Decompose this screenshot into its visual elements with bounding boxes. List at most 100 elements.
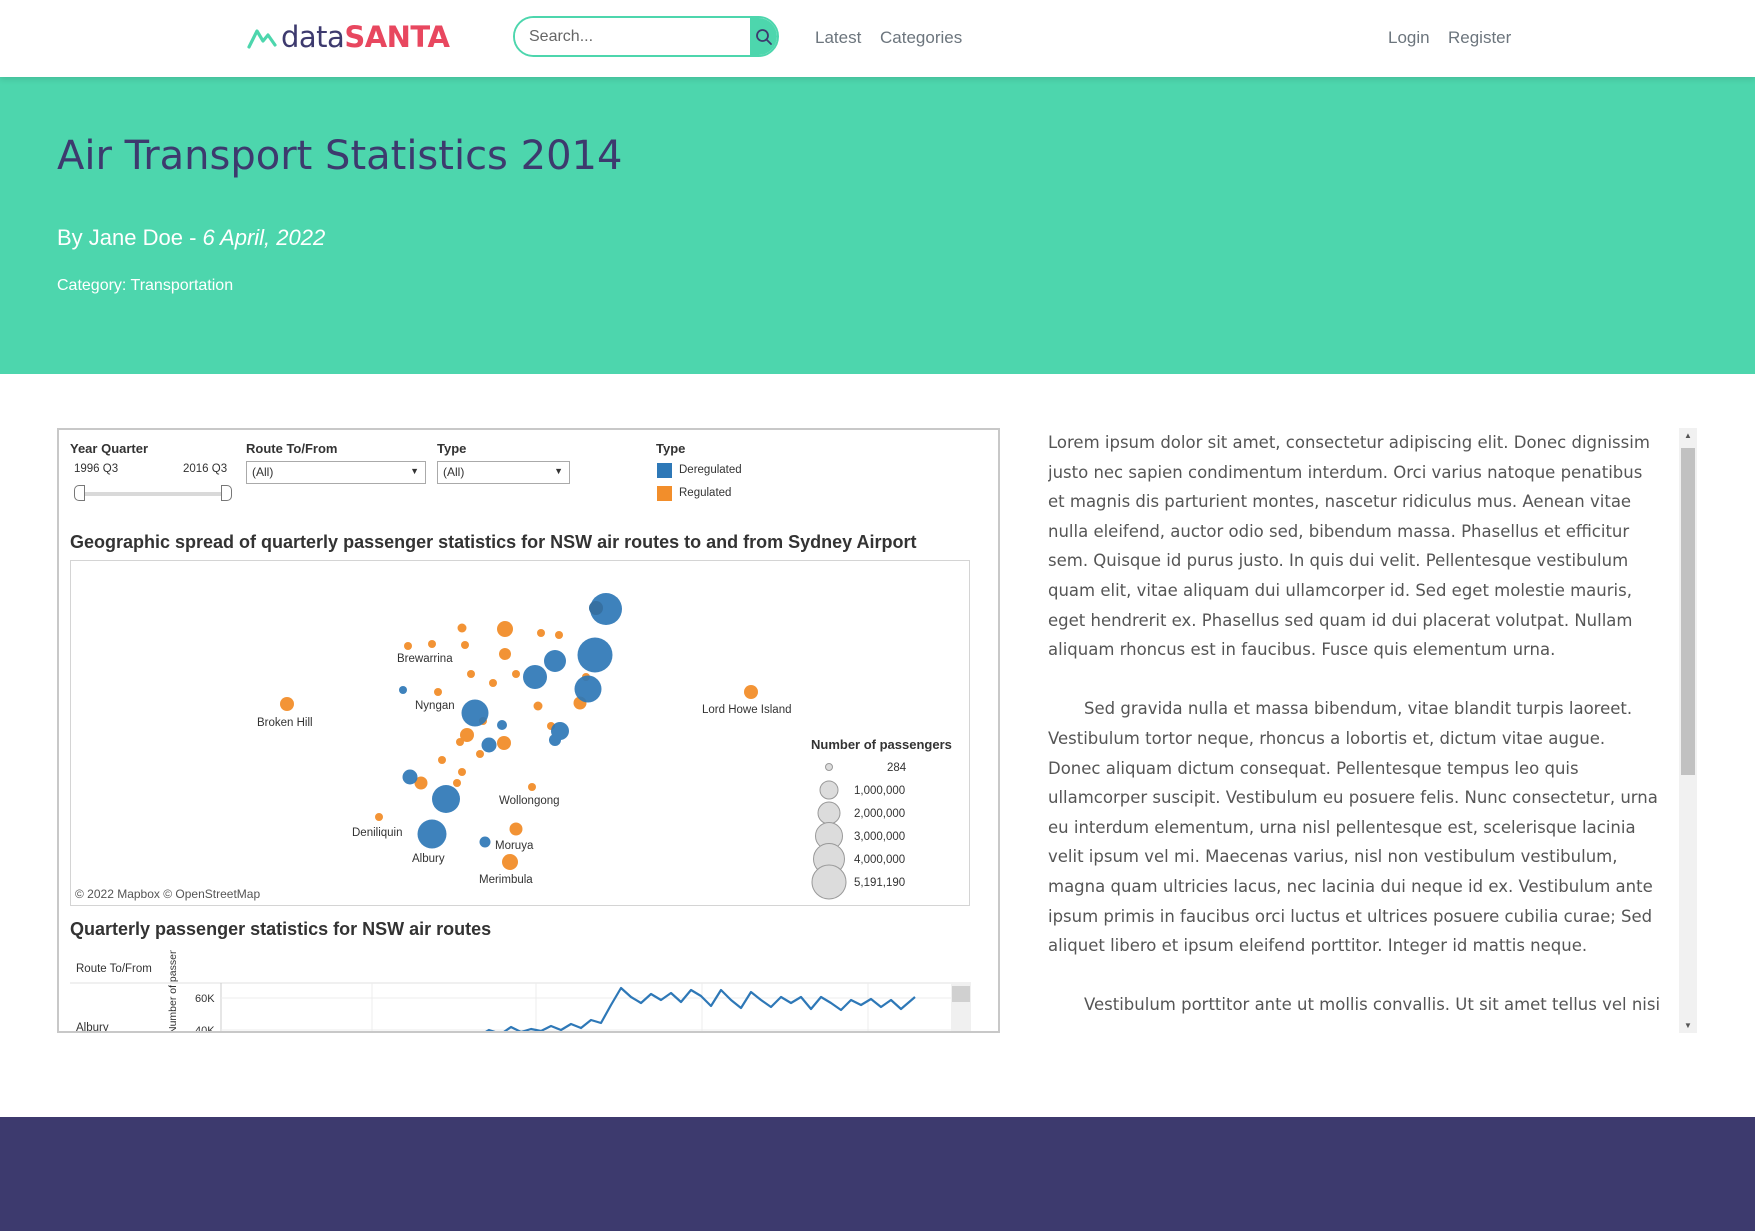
size-legend-label: 284 [887,762,907,774]
search-box [513,16,779,57]
size-legend-bubble [825,763,833,771]
size-legend-label: 2,000,000 [854,808,905,820]
map-bubble[interactable] [404,642,412,650]
search-input[interactable] [515,18,750,55]
site-logo[interactable]: dataSANTA [247,20,450,54]
map-bubble[interactable] [537,629,545,637]
map-bubble[interactable] [497,720,507,730]
line-row-label-albury[interactable]: Albury [76,1022,109,1033]
article-scrollbar[interactable]: ▲ ▼ [1679,428,1697,1033]
search-icon [755,28,772,45]
scroll-up-arrow-icon[interactable]: ▲ [1684,431,1692,440]
slider-handle-start[interactable] [74,485,85,501]
scroll-down-arrow-icon[interactable]: ▼ [1684,1021,1692,1030]
legend-label-regulated[interactable]: Regulated [679,487,731,499]
map-bubble[interactable] [458,768,466,776]
dropdown-arrow-icon: ▼ [410,466,419,476]
route-dropdown-value: (All) [252,465,274,479]
nav-link-latest[interactable]: Latest [815,28,861,48]
nav-link-login[interactable]: Login [1388,28,1430,48]
map-bubble[interactable] [280,697,294,711]
filter-label-route: Route To/From [246,441,338,456]
legend-swatch-regulated[interactable] [657,486,672,501]
map-bubble[interactable] [432,785,460,813]
map-bubble[interactable] [555,631,563,639]
city-label-brewarrina: Brewarrina [397,653,453,665]
map-bubble[interactable] [461,699,489,727]
map-bubble[interactable] [453,779,461,787]
legend-title: Type [656,441,686,456]
map-bubble[interactable] [523,665,547,689]
map-bubble[interactable] [457,623,467,633]
legend-label-deregulated[interactable]: Deregulated [679,464,742,476]
search-button[interactable] [750,18,777,55]
map-bubble[interactable] [467,670,475,678]
map-bubble[interactable] [476,750,484,758]
city-label-broken-hill: Broken Hill [257,717,313,729]
line-chart: Route To/From Albury Number of passenger… [70,950,971,1033]
city-label-lord-howe-island: Lord Howe Island [702,704,792,716]
city-labels: Brewarrina Nyngan Broken Hill Lord Howe … [257,653,792,886]
navbar: dataSANTA Latest Categories Login Regist… [0,0,1755,77]
route-dropdown[interactable]: (All) ▼ [246,461,426,484]
map-bubble[interactable] [417,819,447,849]
nav-link-register[interactable]: Register [1448,28,1511,48]
category-label[interactable]: Category: Transportation [57,277,233,295]
map-bubble[interactable] [509,822,523,836]
year-end: 2016 Q3 [183,463,228,475]
map-bubble[interactable] [512,670,520,678]
city-label-deniliquin: Deniliquin [352,827,403,839]
line-chart-scroll-thumb[interactable] [952,986,970,1002]
dropdown-arrow-icon: ▼ [554,466,563,476]
map-bubble[interactable] [479,836,491,848]
map-bubble[interactable] [489,679,497,687]
nav-link-categories[interactable]: Categories [880,28,962,48]
map-bubble[interactable] [577,637,613,673]
map-bubble[interactable] [497,736,511,750]
size-legend-label: 4,000,000 [854,854,905,866]
logo-mountain-icon [247,29,277,49]
albury-passenger-line[interactable] [479,986,916,1033]
article-body[interactable]: Lorem ipsum dolor sit amet, consectetur … [1048,428,1662,1033]
city-label-moruya: Moruya [495,840,534,852]
map-bubble[interactable] [438,756,446,764]
publish-date: 6 April, 2022 [202,225,326,250]
map-bubble[interactable] [456,738,464,746]
logo-text: dataSANTA [281,20,450,54]
size-legend-label: 1,000,000 [854,785,905,797]
map-bubble[interactable] [399,686,407,694]
logo-text-data: data [281,20,345,54]
map-bubble[interactable] [461,641,469,649]
filter-label-year-quarter: Year Quarter [70,441,149,456]
article-paragraph: Vestibulum porttitor ante ut mollis conv… [1084,995,1661,1015]
scrollbar-thumb[interactable] [1681,448,1695,775]
bubble-map[interactable]: Brewarrina Nyngan Broken Hill Lord Howe … [70,560,970,906]
map-bubble[interactable] [589,601,603,615]
map-bubble[interactable] [533,701,543,711]
map-bubble[interactable] [428,640,436,648]
year-range-slider[interactable] [77,492,227,496]
map-bubble[interactable] [499,648,511,660]
map-bubble[interactable] [434,688,442,696]
map-bubble[interactable] [497,621,513,637]
map-bubble[interactable] [481,737,497,753]
map-bubble[interactable] [544,650,566,672]
map-bubble[interactable] [502,854,518,870]
legend-swatch-deregulated[interactable] [657,463,672,478]
filter-label-type: Type [437,441,467,456]
map-bubble[interactable] [528,783,536,791]
line-y-axis-label: Number of passengers [167,950,179,1033]
map-credit[interactable]: © 2022 Mapbox © OpenStreetMap [75,887,260,901]
map-bubble[interactable] [574,675,602,703]
map-bubble[interactable] [744,685,758,699]
slider-handle-end[interactable] [221,485,232,501]
map-bubble[interactable] [375,813,383,821]
line-tick-60k: 60K [195,993,215,1005]
byline: By Jane Doe - 6 April, 2022 [57,225,325,251]
tableau-embed: Year Quarter 1996 Q3 2016 Q3 Route To/Fr… [57,428,1000,1033]
type-dropdown[interactable]: (All) ▼ [437,461,570,484]
size-legend-label: 3,000,000 [854,831,905,843]
line-chart-title: Quarterly passenger statistics for NSW a… [70,919,492,939]
map-bubble[interactable] [402,769,418,785]
map-bubble[interactable] [549,734,561,746]
